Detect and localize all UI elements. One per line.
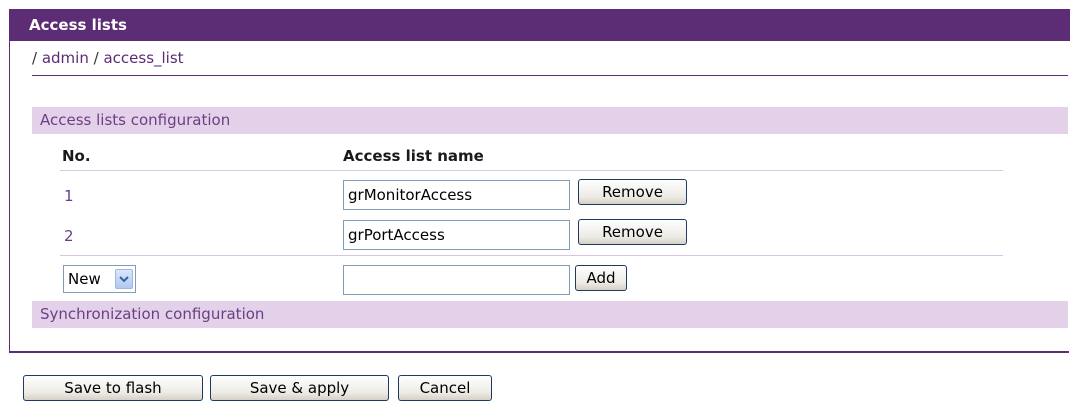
chevron-down-icon[interactable] [115, 269, 133, 289]
access-list-name-input[interactable] [343, 180, 570, 210]
new-entry-select-value: New [68, 270, 101, 288]
breadcrumb-separator: / [93, 49, 99, 67]
access-lists-section-title: Access lists configuration [32, 107, 1068, 134]
access-lists-panel: Access lists / admin / access_list Acces… [9, 9, 1070, 353]
breadcrumb-link-admin[interactable]: admin [42, 49, 89, 67]
column-header-no: No. [62, 147, 91, 165]
new-access-list-name-input[interactable] [343, 265, 570, 295]
header-divider [60, 170, 1003, 171]
breadcrumb-separator: / [32, 49, 38, 67]
sync-section-title: Synchronization configuration [32, 301, 1068, 328]
breadcrumb: / admin / access_list [32, 49, 184, 67]
remove-button[interactable]: Remove [578, 179, 687, 205]
breadcrumb-link-access-list[interactable]: access_list [103, 49, 183, 67]
panel-title: Access lists [9, 9, 1070, 41]
row-number: 1 [64, 187, 74, 205]
column-header-name: Access list name [343, 147, 484, 165]
breadcrumb-divider [32, 75, 1068, 76]
save-and-apply-button[interactable]: Save & apply [210, 375, 389, 401]
save-to-flash-button[interactable]: Save to flash [23, 375, 203, 401]
row-divider [60, 255, 1003, 256]
add-button[interactable]: Add [575, 265, 627, 291]
row-number: 2 [64, 227, 74, 245]
access-list-name-input[interactable] [343, 220, 570, 250]
remove-button[interactable]: Remove [578, 219, 687, 245]
new-entry-select[interactable]: New [63, 265, 136, 293]
cancel-button[interactable]: Cancel [398, 375, 492, 401]
